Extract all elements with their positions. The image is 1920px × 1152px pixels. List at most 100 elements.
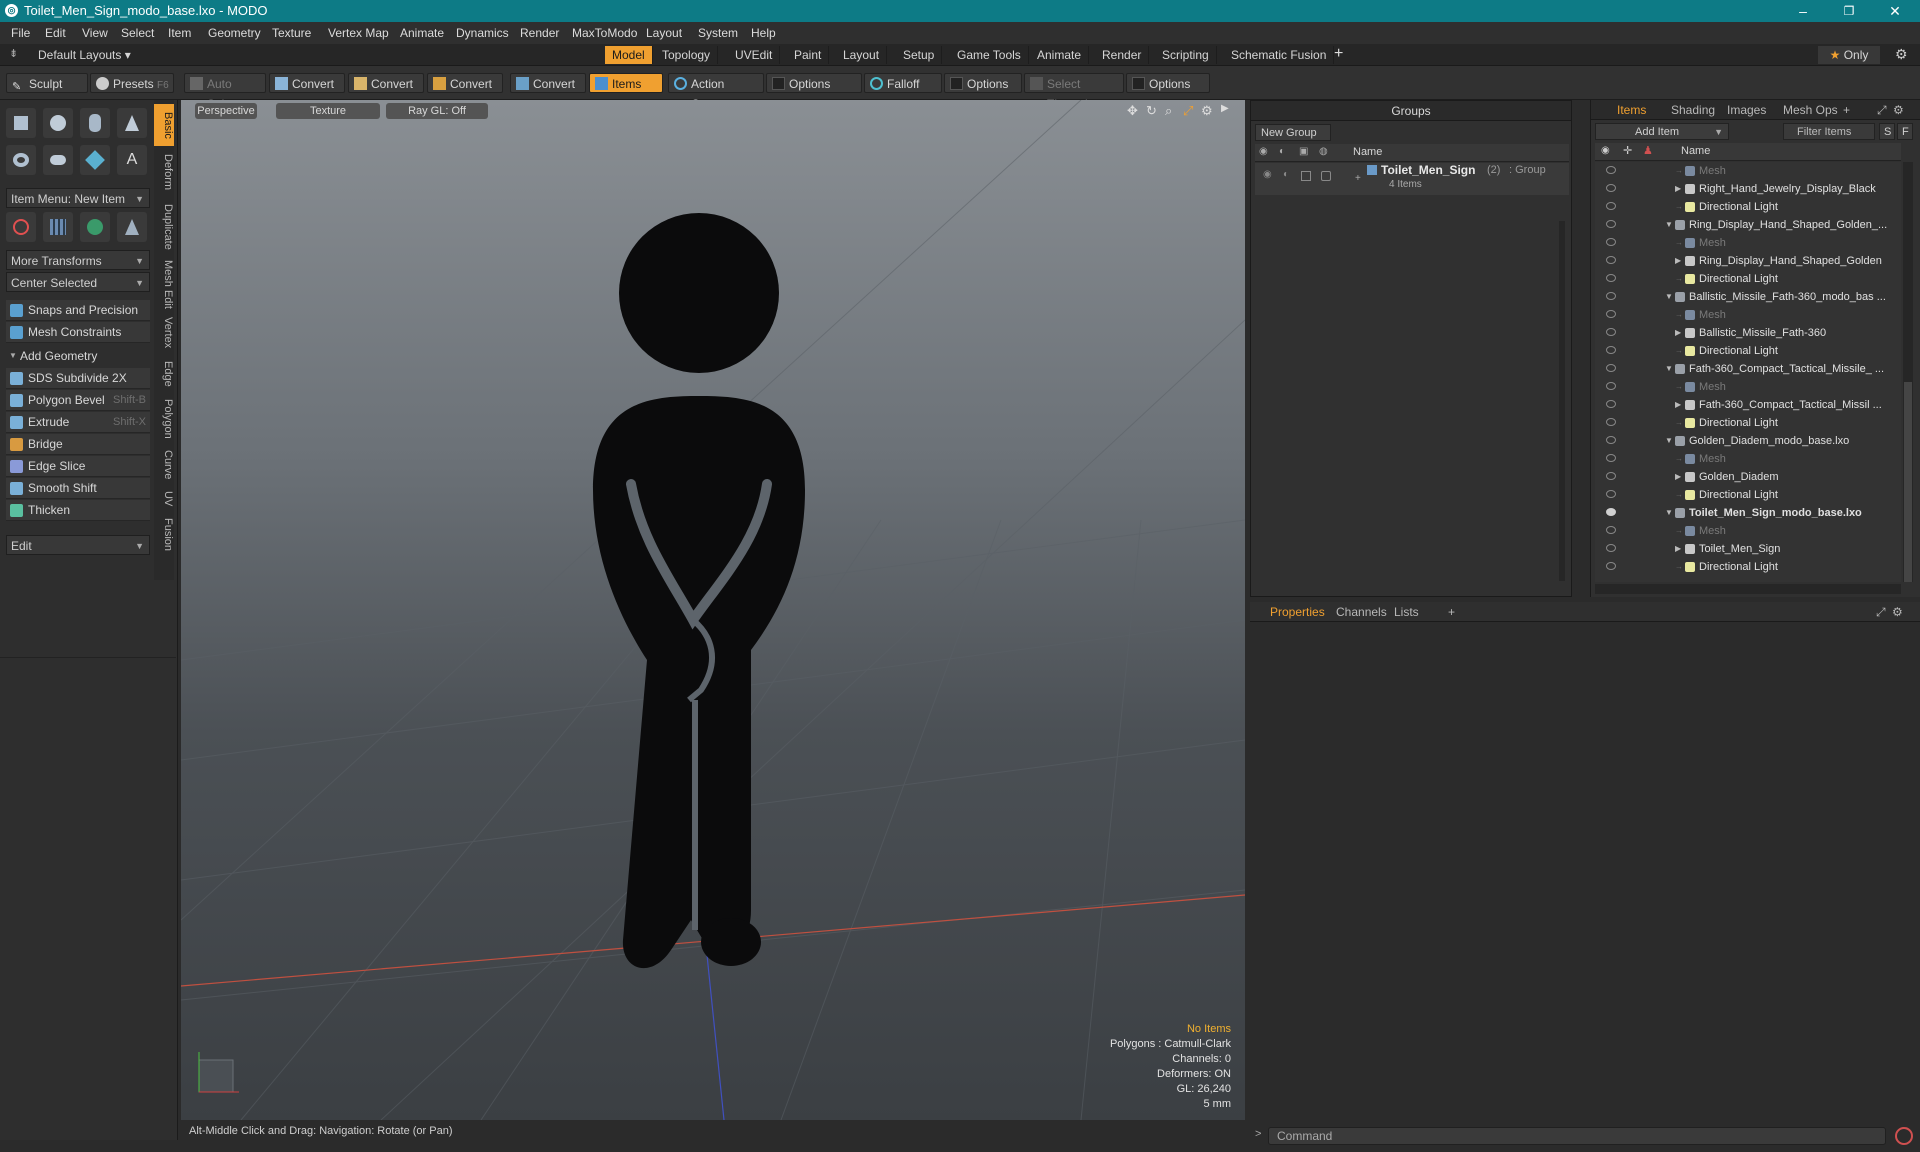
close-button[interactable]: ✕: [1872, 0, 1918, 22]
tab-shading[interactable]: Shading: [1671, 102, 1715, 119]
eye-icon[interactable]: [1606, 364, 1616, 372]
item-row[interactable]: → Mesh: [1595, 450, 1901, 468]
transform-icon[interactable]: [6, 212, 36, 242]
tool-extrude[interactable]: Extrude Shift-X: [6, 412, 150, 433]
item-row[interactable]: → Directional Light: [1595, 198, 1901, 216]
expand-icon[interactable]: ▶: [1675, 468, 1681, 486]
eye-icon[interactable]: [1606, 544, 1616, 552]
eye-icon[interactable]: [1606, 490, 1616, 498]
items-mode-button[interactable]: Items: [589, 73, 663, 93]
eye-icon[interactable]: [1606, 310, 1616, 318]
item-row[interactable]: ▶ Toilet_Men_Sign: [1595, 540, 1901, 558]
filter-f-button[interactable]: F: [1897, 123, 1913, 140]
expand-icon[interactable]: ▶: [1675, 396, 1681, 414]
menu-texture[interactable]: Texture: [272, 26, 311, 40]
eye-icon[interactable]: [1606, 202, 1616, 210]
3d-viewport[interactable]: Perspective Texture Ray GL: Off ✥ ↻ ⌕ ⤢ …: [181, 100, 1245, 1120]
menu-file[interactable]: File: [11, 26, 30, 40]
convert-materials-button[interactable]: Convert: [510, 73, 586, 93]
eye-icon[interactable]: [1606, 382, 1616, 390]
expand-icon[interactable]: ▶: [1675, 540, 1681, 558]
eye-icon[interactable]: [1606, 454, 1616, 462]
expand-panel-icon[interactable]: ⤢: [1876, 604, 1886, 621]
capsule-icon[interactable]: [43, 145, 73, 175]
menu-render[interactable]: Render: [520, 26, 559, 40]
item-row[interactable]: → Mesh: [1595, 522, 1901, 540]
cube-icon[interactable]: [6, 108, 36, 138]
item-row[interactable]: → Mesh: [1595, 162, 1901, 180]
item-row[interactable]: ▶ Right_Hand_Jewelry_Display_Black: [1595, 180, 1901, 198]
cone-icon[interactable]: [117, 108, 147, 138]
vtab-fusion[interactable]: Fusion: [154, 514, 174, 556]
tab-schematic-fusion[interactable]: Schematic Fusion: [1224, 46, 1335, 64]
item-row[interactable]: → Mesh: [1595, 378, 1901, 396]
text-icon[interactable]: A: [117, 145, 147, 175]
menu-edit[interactable]: Edit: [45, 26, 66, 40]
item-row[interactable]: ▼ Fath-360_Compact_Tactical_Missile_ ...: [1595, 360, 1901, 378]
item-row[interactable]: → Directional Light: [1595, 558, 1901, 576]
falloff-options-button[interactable]: Options: [944, 73, 1022, 93]
tab-lists[interactable]: Lists: [1394, 604, 1419, 621]
tab-layout[interactable]: Layout: [836, 46, 888, 64]
convert-vertices-button[interactable]: Convert: [269, 73, 345, 93]
eye-icon[interactable]: [1606, 166, 1616, 174]
groups-scrollbar[interactable]: [1559, 221, 1565, 581]
view-type-button[interactable]: Perspective: [195, 103, 257, 119]
visibility-header-icon[interactable]: ◉: [1259, 146, 1268, 157]
collapse-icon[interactable]: ▼: [1665, 360, 1673, 378]
fit-view-icon[interactable]: ⤢: [1183, 103, 1193, 119]
add-tab-button[interactable]: +: [1334, 45, 1343, 63]
globe-icon[interactable]: [80, 212, 110, 242]
mesh-constraints-button[interactable]: Mesh Constraints: [6, 322, 150, 343]
add-tab-icon[interactable]: +: [1843, 102, 1850, 119]
expand-panel-icon[interactable]: ⤢: [1877, 102, 1887, 119]
render-header-icon[interactable]: ◐: [1279, 146, 1285, 157]
more-transforms-dropdown[interactable]: More Transforms ▼: [6, 250, 150, 270]
collapse-icon[interactable]: ▼: [1665, 216, 1673, 234]
item-row[interactable]: → Directional Light: [1595, 414, 1901, 432]
shading-mode-button[interactable]: Texture: [276, 103, 380, 119]
collapse-icon[interactable]: ▼: [1665, 504, 1673, 522]
edit-dropdown[interactable]: Edit ▼: [6, 535, 150, 555]
auto-select-button[interactable]: Auto Select: [184, 73, 266, 111]
add-geometry-header[interactable]: ▼ Add Geometry: [6, 346, 150, 366]
pyramid-icon[interactable]: [117, 212, 147, 242]
lock-column-icon[interactable]: ♟: [1643, 144, 1653, 157]
menu-layout[interactable]: Layout: [646, 26, 682, 40]
menu-select[interactable]: Select: [121, 26, 154, 40]
sphere-icon[interactable]: [43, 108, 73, 138]
eye-icon[interactable]: [1606, 274, 1616, 282]
tab-model[interactable]: Model: [605, 46, 653, 64]
item-row[interactable]: → Directional Light: [1595, 342, 1901, 360]
pan-icon[interactable]: ✥: [1127, 103, 1138, 119]
vtab-basic[interactable]: Basic: [154, 104, 174, 146]
eye-icon[interactable]: [1606, 292, 1616, 300]
name-column-header[interactable]: Name: [1681, 145, 1710, 157]
layouts-dropdown[interactable]: Default Layouts ▾: [38, 48, 131, 62]
convert-polygons-button[interactable]: Convert: [427, 73, 503, 93]
name-column-header[interactable]: Name: [1353, 146, 1382, 158]
tool-edge-slice[interactable]: Edge Slice: [6, 456, 150, 477]
items-scrollbar[interactable]: [1903, 162, 1913, 582]
pin-column-icon[interactable]: ✛: [1623, 144, 1632, 157]
item-menu-dropdown[interactable]: Item Menu: New Item ▼: [6, 188, 150, 208]
select-options-button[interactable]: Options: [1126, 73, 1210, 93]
eye-icon[interactable]: [1606, 184, 1616, 192]
maximize-button[interactable]: ❐: [1826, 0, 1872, 22]
tab-scripting[interactable]: Scripting: [1155, 46, 1217, 64]
menu-vertex-map[interactable]: Vertex Map: [328, 26, 389, 40]
action-center-button[interactable]: Action Center: [668, 73, 764, 111]
grid-icon[interactable]: [43, 212, 73, 242]
center-selected-dropdown[interactable]: Center Selected ▼: [6, 272, 150, 292]
menu-view[interactable]: View: [82, 26, 108, 40]
eye-icon[interactable]: [1606, 328, 1616, 336]
only-toggle[interactable]: ★ Only: [1818, 46, 1880, 64]
gear-icon[interactable]: ⚙: [1895, 46, 1908, 63]
select-header-icon[interactable]: ◍: [1319, 146, 1328, 157]
viewport-settings-icon[interactable]: ⚙: [1201, 103, 1213, 119]
options-button[interactable]: Options: [766, 73, 862, 93]
tab-properties[interactable]: Properties: [1270, 604, 1325, 621]
add-tab-icon[interactable]: +: [1448, 604, 1455, 621]
rotate-icon[interactable]: ↻: [1146, 103, 1157, 119]
filter-items-input[interactable]: Filter Items: [1783, 123, 1875, 140]
